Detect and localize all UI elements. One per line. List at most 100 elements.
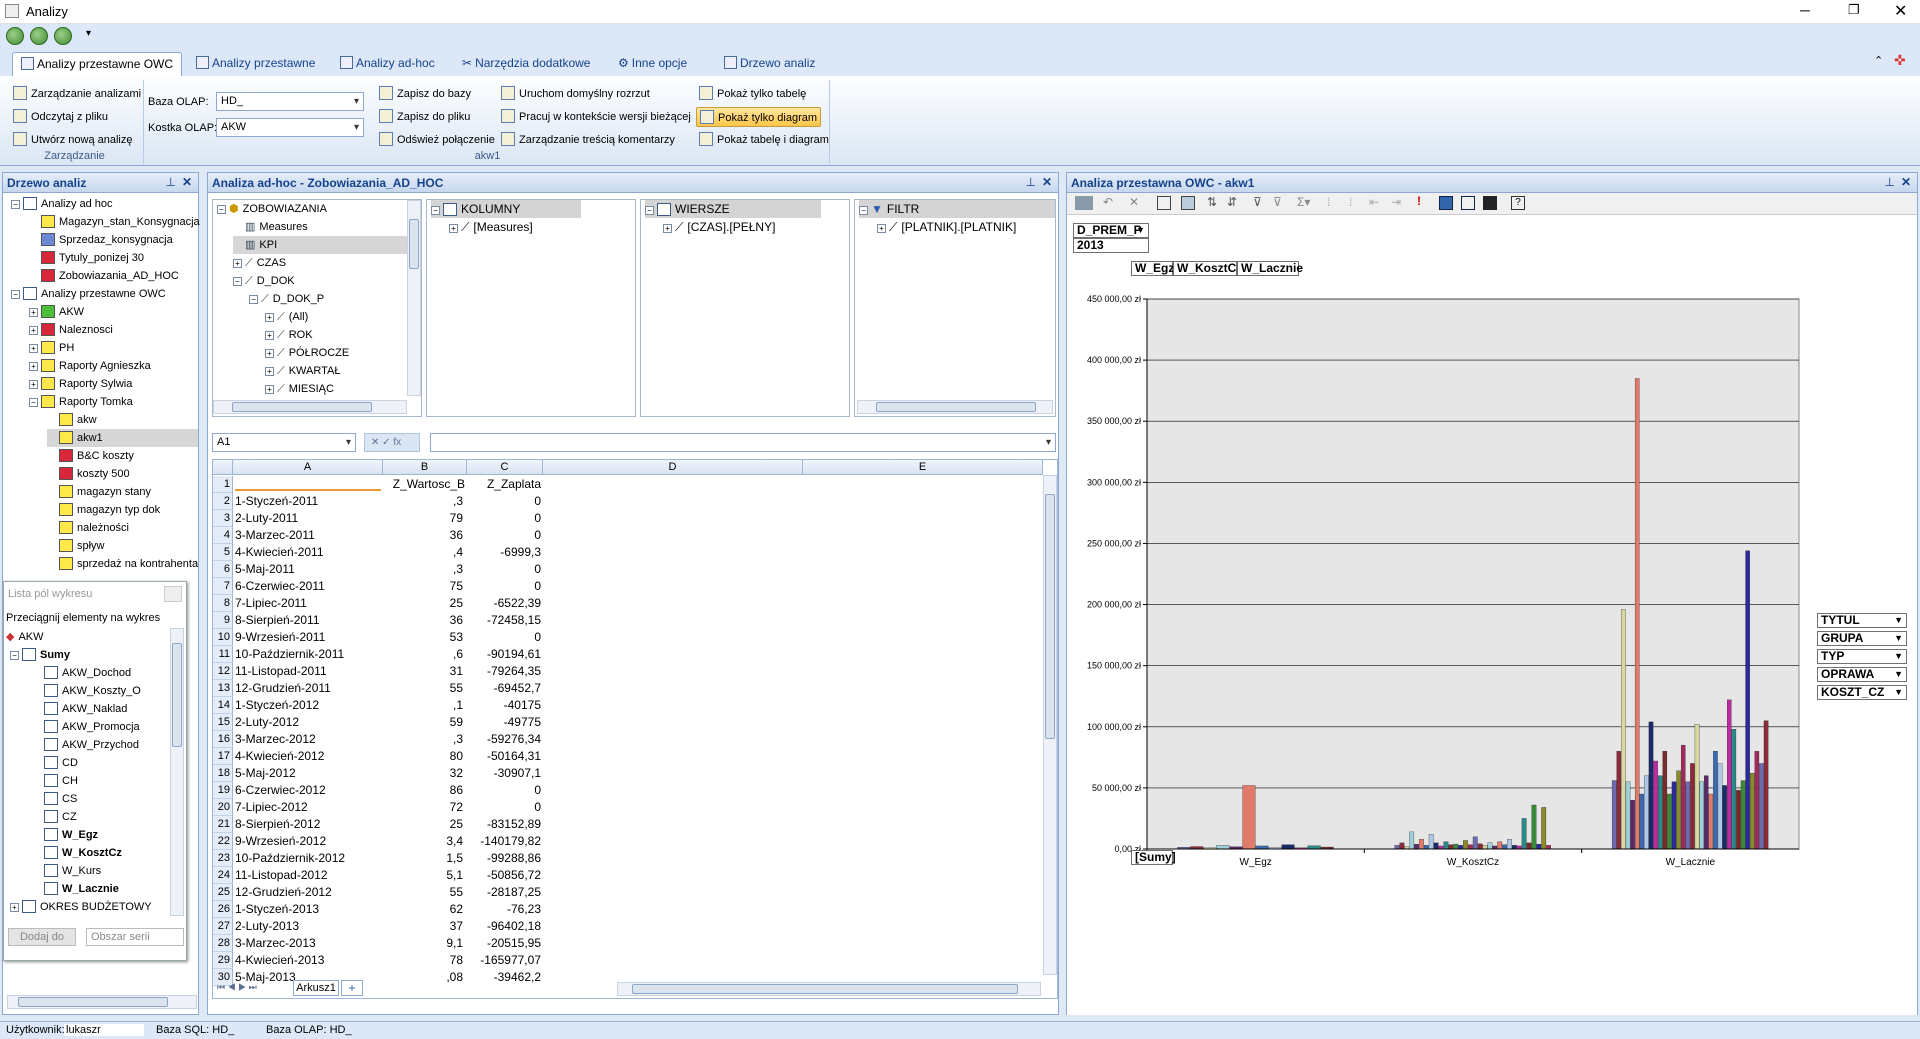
cell-value-c[interactable]: -49775 (467, 715, 541, 729)
minimize-button[interactable]: ─ (1800, 2, 1810, 18)
sheet-tab[interactable]: Arkusz1 (293, 980, 339, 996)
filter-field-d-prem-p[interactable]: D_PREM_P ▼ (1073, 223, 1149, 238)
cell-period[interactable]: 12-Grudzień-2011 (235, 681, 383, 695)
restore-button[interactable]: ❐ (1848, 2, 1860, 18)
zarzadzanie-analizami-button[interactable]: Zarządzanie analizami (10, 84, 144, 104)
row-header[interactable]: 4 (213, 527, 233, 544)
field-item[interactable]: AKW_Koszty_O (44, 682, 141, 700)
cube-v-scrollbar[interactable] (407, 200, 421, 396)
cell-value-b[interactable]: ,6 (385, 647, 463, 661)
row-header[interactable]: 24 (213, 867, 233, 884)
select-all-corner[interactable] (213, 460, 233, 475)
category-field[interactable]: TYTUL ▼ (1817, 613, 1907, 628)
row-header[interactable]: 16 (213, 731, 233, 748)
row-header[interactable]: 13 (213, 680, 233, 697)
scroll-thumb[interactable] (172, 643, 182, 747)
tab-narzedzia[interactable]: ✂ Narzędzia dodatkowe (454, 52, 598, 76)
field-item[interactable]: AKW_Przychod (44, 736, 139, 754)
cell-period[interactable]: 7-Lipiec-2011 (235, 596, 383, 610)
tree-item[interactable]: akw1 (47, 429, 198, 447)
column-header[interactable]: E (803, 460, 1043, 475)
cube-tree-item[interactable]: + ⟋ KWARTAŁ (265, 362, 340, 380)
cell-period[interactable]: 11-Listopad-2012 (235, 868, 383, 882)
baza-olap-combo[interactable]: HD_ (216, 92, 364, 111)
tab-analizy-przestawne-owc[interactable]: Analizy przestawne OWC (12, 52, 183, 76)
wiersze-item[interactable]: + ⟋ [CZAS].[PEŁNY] (663, 218, 775, 236)
tree-item[interactable]: koszty 500 (47, 465, 198, 483)
tab-drzewo-analiz[interactable]: Drzewo analiz (716, 52, 823, 76)
cell-period[interactable]: 6-Czerwiec-2012 (235, 783, 383, 797)
cell-value-b[interactable]: 62 (385, 902, 463, 916)
cell-value-b[interactable]: 25 (385, 817, 463, 831)
scroll-thumb[interactable] (232, 402, 372, 412)
cell-header-c[interactable]: Z_Zaplata (467, 477, 541, 491)
autosum-icon[interactable]: Σ▾ (1297, 195, 1310, 209)
row-header[interactable]: 22 (213, 833, 233, 850)
sheet-v-scrollbar[interactable] (1043, 475, 1057, 975)
odswiez-polaczenie-button[interactable]: Odśwież połączenie (376, 130, 498, 150)
tree-item[interactable]: + Raporty Agnieszka (29, 357, 198, 375)
cell-value-b[interactable]: 59 (385, 715, 463, 729)
cell-value-c[interactable]: 0 (467, 562, 541, 576)
scroll-thumb[interactable] (1045, 494, 1055, 739)
cell-value-b[interactable]: 79 (385, 511, 463, 525)
undo-icon[interactable]: ↶ (1103, 195, 1113, 209)
dodaj-do-button[interactable]: Dodaj do (8, 928, 76, 946)
cell-value-c[interactable]: -69452,7 (467, 681, 541, 695)
cell-period[interactable]: 12-Grudzień-2012 (235, 885, 383, 899)
cell-value-c[interactable]: 0 (467, 494, 541, 508)
cell-value-c[interactable]: -50856,72 (467, 868, 541, 882)
scroll-thumb[interactable] (876, 402, 1036, 412)
tree-item[interactable]: + PH (29, 339, 198, 357)
expander-icon[interactable]: + (29, 380, 38, 389)
cube-tree-item[interactable]: − ⟋ D_DOK_P (249, 290, 324, 308)
tree-item[interactable]: − Analizy ad hoc (11, 195, 198, 213)
kolumny-item[interactable]: + ⟋ [Measures] (449, 218, 533, 236)
field-item[interactable]: W_Lacznie (44, 880, 119, 898)
tab-inne-opcje[interactable]: ⚙ Inne opcje (610, 52, 695, 76)
tree-item[interactable]: Sprzedaz_konsygnacja (29, 231, 198, 249)
cell-value-b[interactable]: ,3 (385, 494, 463, 508)
add-sheet-button[interactable]: + (341, 980, 363, 996)
field-item[interactable]: AKW_Promocja (44, 718, 140, 736)
qat-save-icon[interactable] (30, 27, 48, 45)
row-header[interactable]: 21 (213, 816, 233, 833)
zapisz-do-bazy-button[interactable]: Zapisz do bazy (376, 84, 474, 104)
expander-icon[interactable]: − (11, 290, 20, 299)
obszar-serii-combo[interactable]: Obszar serii (86, 928, 184, 946)
field-item[interactable]: CS (44, 790, 77, 808)
field-group-sumy[interactable]: − Sumy (10, 646, 70, 664)
scroll-thumb[interactable] (18, 997, 168, 1007)
tree-item[interactable]: magazyn typ dok (47, 501, 198, 519)
row-header[interactable]: 6 (213, 561, 233, 578)
expander-icon[interactable]: + (29, 308, 38, 317)
row-header[interactable]: 10 (213, 629, 233, 646)
left-h-scrollbar[interactable] (7, 995, 197, 1009)
category-field[interactable]: TYP ▼ (1817, 649, 1907, 664)
cell-period[interactable]: 4-Kwiecień-2013 (235, 953, 383, 967)
cell-value-b[interactable]: 32 (385, 766, 463, 780)
cell-value-b[interactable]: 55 (385, 681, 463, 695)
close-icon[interactable]: ✕ (182, 175, 192, 189)
cell-value-b[interactable]: 3,4 (385, 834, 463, 848)
cell-period[interactable]: 5-Maj-2011 (235, 562, 383, 576)
cell-period[interactable]: 7-Lipiec-2012 (235, 800, 383, 814)
tree-item[interactable]: + Naleznosci (29, 321, 198, 339)
collapse-ribbon-icon[interactable]: ⌃ (1874, 54, 1883, 67)
row-header[interactable]: 15 (213, 714, 233, 731)
cube-tree-item[interactable]: ▥ KPI (233, 236, 409, 254)
cell-period[interactable]: 1-Styczeń-2011 (235, 494, 383, 508)
expander-icon[interactable]: + (29, 362, 38, 371)
kostka-olap-combo[interactable]: AKW (216, 118, 364, 137)
uruchom-rozrzut-button[interactable]: Uruchom domyślny rozrzut (498, 84, 653, 104)
tree-item[interactable]: − Analizy przestawne OWC (11, 285, 198, 303)
cube-tree-item[interactable]: + ⟋ CZAS (233, 254, 286, 272)
cell-value-c[interactable]: -140179,82 (467, 834, 541, 848)
cell-value-c[interactable]: -83152,89 (467, 817, 541, 831)
cell-period[interactable]: 2-Luty-2012 (235, 715, 383, 729)
field-item[interactable]: W_Kurs (44, 862, 101, 880)
print-icon[interactable] (1483, 196, 1497, 210)
subtotal-icon[interactable]: ⁞ (1327, 195, 1330, 209)
alert-icon[interactable]: ! (1417, 194, 1421, 208)
cell-period[interactable]: 9-Wrzesień-2011 (235, 630, 383, 644)
